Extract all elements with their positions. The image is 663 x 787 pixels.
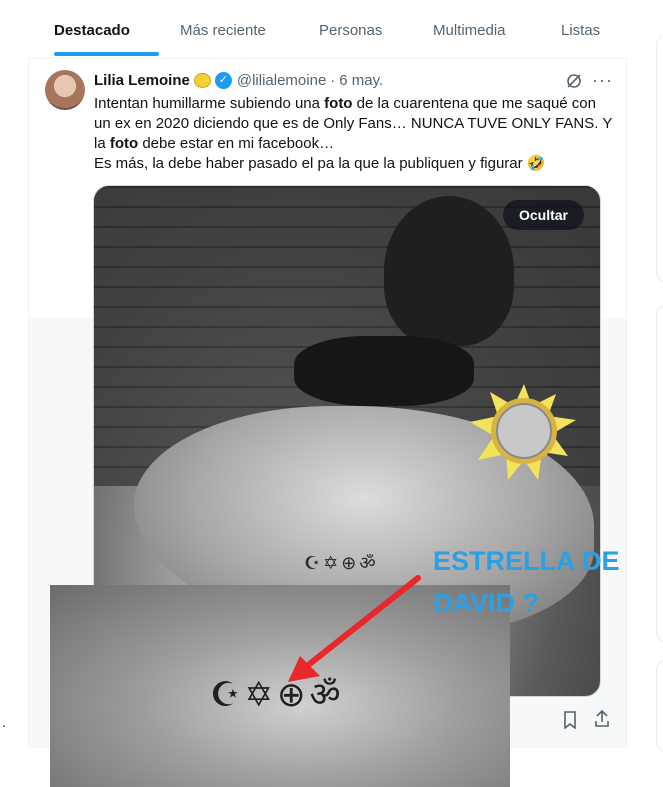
active-tab-indicator (54, 52, 159, 56)
separator-dot: · (330, 72, 336, 89)
photo-subject-top (294, 336, 474, 406)
annotation-line: ESTRELLA DE (433, 546, 620, 576)
tab-personas[interactable]: Personas (319, 22, 382, 39)
highlight-word: foto (109, 135, 139, 152)
photo-subject-hood (384, 196, 514, 346)
tab-destacado[interactable]: Destacado (54, 22, 130, 39)
timeline-tabs: Destacado Más reciente Personas Multimed… (28, 0, 628, 59)
tweet-paragraph: Es más, la debe haber pasado el pa la qu… (94, 154, 614, 174)
lemon-emoji-icon (193, 73, 211, 88)
highlight-word: foto (324, 95, 353, 112)
column-border-right (626, 58, 627, 748)
share-icon[interactable] (594, 710, 610, 728)
laughing-emoji-icon: 🤣 (526, 155, 546, 172)
avatar[interactable] (45, 70, 85, 110)
tab-listas[interactable]: Listas (561, 22, 600, 39)
coin-splash-sticker-icon (470, 384, 576, 480)
tweet-paragraph: Intentan humillarme subiendo una foto de… (94, 94, 614, 154)
more-options-icon[interactable]: ··· (592, 70, 613, 91)
verified-badge-icon: ✓ (214, 72, 232, 89)
tweet-header: Lilia Lemoine ✓ @lilialemoine · 6 may. (94, 72, 383, 89)
right-sidebar-card (656, 305, 663, 642)
stray-mark: . (2, 714, 6, 730)
author-handle[interactable]: @lilialemoine (237, 72, 326, 89)
tweet-date[interactable]: 6 may. (339, 72, 383, 89)
hide-media-button[interactable]: Ocultar (502, 200, 584, 230)
annotation-line: DAVID ? (433, 588, 539, 618)
right-sidebar-card (656, 35, 663, 282)
tweet-text: Intentan humillarme subiendo una foto de… (94, 94, 614, 174)
tab-mas-reciente[interactable]: Más reciente (180, 22, 266, 39)
text-segment: debe estar en mi facebook… (138, 135, 335, 152)
text-segment: Intentan humillarme subiendo una (94, 95, 325, 112)
right-sidebar-card (656, 660, 663, 752)
author-name[interactable]: Lilia Lemoine (94, 72, 190, 89)
annotation-arrow-icon (288, 575, 421, 682)
grok-icon[interactable] (565, 72, 583, 90)
annotation-text: ESTRELLA DE DAVID ? (433, 540, 620, 624)
bookmark-icon[interactable] (563, 711, 577, 729)
tab-multimedia[interactable]: Multimedia (433, 22, 506, 39)
text-segment: Es más, la debe haber pasado el pa la qu… (94, 155, 523, 172)
